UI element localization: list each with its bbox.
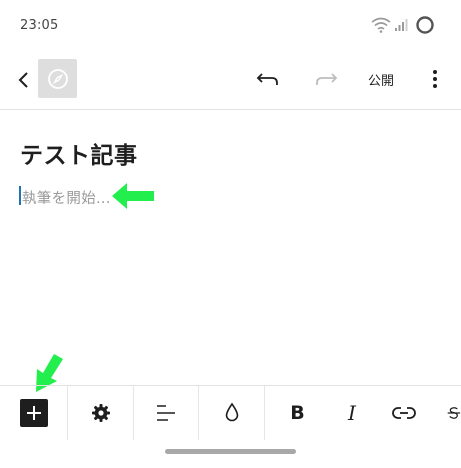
bold-button[interactable]: B [265,386,330,440]
align-left-icon [157,405,176,421]
redo-button[interactable] [313,66,339,92]
status-bar: 23:05 [0,0,461,52]
status-icons [371,15,435,35]
post-title[interactable]: テスト記事 [20,136,138,170]
battery-ring-icon [416,16,434,34]
bold-label: B [290,402,305,424]
droplet-icon [225,402,238,422]
more-options-button[interactable] [424,66,446,92]
strikethrough-icon [447,407,461,419]
italic-button[interactable]: I [330,386,374,440]
compass-icon [47,68,68,89]
plus-icon [26,406,41,420]
publish-button[interactable]: 公開 [364,68,398,90]
editor-toolbar: 公開 [0,52,461,110]
add-block-button[interactable] [0,386,69,440]
strikethrough-button[interactable] [433,386,461,440]
undo-icon [256,73,278,85]
redo-icon [316,73,338,85]
site-icon-button[interactable] [38,59,77,98]
align-button[interactable] [134,386,200,440]
block-settings-button[interactable] [68,386,134,440]
italic-label: I [348,401,356,425]
vertical-ellipsis-icon [433,70,437,88]
gear-icon [91,404,110,422]
add-block-square [19,399,48,427]
link-icon [391,407,416,419]
home-indicator[interactable] [165,449,296,454]
back-button[interactable] [12,68,36,92]
status-time: 23:05 [20,18,59,33]
signal-icon [395,19,408,31]
text-color-button[interactable] [199,386,265,440]
annotation-arrow-left [112,183,154,209]
chevron-left-icon [18,72,28,88]
undo-button[interactable] [255,66,281,92]
link-button[interactable] [374,386,433,440]
text-caret [19,186,21,205]
body-placeholder[interactable]: 執筆を開始... [22,187,111,208]
wifi-icon [371,17,391,33]
format-toolbar: B I [0,385,461,440]
